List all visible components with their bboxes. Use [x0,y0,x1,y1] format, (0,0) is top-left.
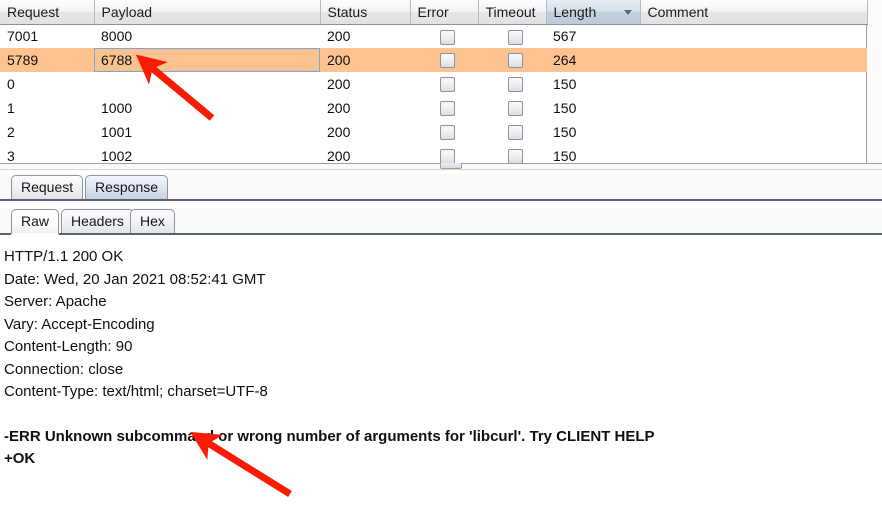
splitter-line-bottom [0,169,882,170]
cell-timeout[interactable] [478,48,546,72]
cell-comment[interactable] [640,120,867,144]
cell-error[interactable] [410,96,478,120]
cell-request[interactable]: 7001 [0,24,94,48]
cell-timeout[interactable] [478,72,546,96]
table-row[interactable]: 7001 8000 200 567 [0,24,867,48]
table-row[interactable]: 2 1001 200 150 [0,120,867,144]
cell-payload[interactable]: 1001 [94,120,320,144]
response-line-blank [4,404,882,426]
table-header-row: Request Payload Status Error Timeout Len… [0,0,868,25]
results-table[interactable]: Request Payload Status Error Timeout Len… [0,0,868,168]
tab-hex[interactable]: Hex [130,209,175,233]
message-tabstrip-baseline [0,199,882,201]
tab-request[interactable]: Request [11,175,84,199]
response-line: Content-Type: text/html; charset=UTF-8 [4,383,268,400]
cell-timeout[interactable] [478,24,546,48]
cell-request[interactable]: 2 [0,120,94,144]
checkbox-timeout[interactable] [508,101,523,117]
cell-payload[interactable] [94,72,320,96]
checkbox-timeout[interactable] [508,53,523,69]
column-header-comment[interactable]: Comment [640,0,868,25]
cell-status[interactable]: 200 [320,96,410,120]
cell-comment[interactable] [640,96,867,120]
tab-raw[interactable]: Raw [11,209,60,235]
cell-error[interactable] [410,120,478,144]
cell-length[interactable]: 150 [546,96,640,120]
cell-status[interactable]: 200 [320,48,410,72]
response-line: -ERR Unknown subcommand or wrong number … [4,427,655,445]
cell-payload[interactable]: 8000 [94,24,320,48]
cell-error[interactable] [410,24,478,48]
cell-length[interactable]: 264 [546,48,640,72]
cell-payload[interactable]: 6788 [94,48,320,72]
response-line: Date: Wed, 20 Jan 2021 08:52:41 GMT [4,270,266,288]
message-tabstrip: Request Response [0,174,882,201]
checkbox-timeout[interactable] [508,125,523,141]
response-line: Connection: close [4,360,124,378]
tab-headers[interactable]: Headers [61,209,134,233]
checkbox-timeout[interactable] [508,77,523,93]
response-line: Vary: Accept-Encoding [4,315,155,333]
view-tabstrip-baseline [0,233,882,235]
column-header-payload[interactable]: Payload [94,0,321,25]
cell-payload[interactable]: 1000 [94,96,320,120]
column-header-status[interactable]: Status [320,0,411,25]
view-tabstrip: Raw Headers Hex [0,208,882,235]
column-header-length[interactable]: Length [546,0,641,25]
response-raw-viewer[interactable]: HTTP/1.1 200 OK Date: Wed, 20 Jan 2021 0… [0,237,882,514]
cell-timeout[interactable] [478,120,546,144]
checkbox-timeout[interactable] [508,29,523,45]
cell-status[interactable]: 200 [320,72,410,96]
cell-status[interactable]: 200 [320,120,410,144]
checkbox-error[interactable] [440,101,455,117]
cell-length[interactable]: 567 [546,24,640,48]
cell-request[interactable]: 5789 [0,48,94,72]
column-header-request[interactable]: Request [0,0,95,25]
cell-comment[interactable] [640,24,867,48]
pane-splitter[interactable] [0,163,882,171]
tab-response[interactable]: Response [85,175,169,199]
cell-error[interactable] [410,48,478,72]
column-header-error[interactable]: Error [410,0,479,25]
checkbox-error[interactable] [440,125,455,141]
response-line: HTTP/1.1 200 OK [4,248,124,265]
table-row[interactable]: 5789 6788 200 264 [0,48,867,72]
cell-request[interactable]: 0 [0,72,94,96]
cell-length[interactable]: 150 [546,72,640,96]
cell-timeout[interactable] [478,96,546,120]
table-row[interactable]: 0 200 150 [0,72,867,96]
cell-length[interactable]: 150 [546,120,640,144]
results-table-container[interactable]: Request Payload Status Error Timeout Len… [0,0,868,168]
checkbox-error[interactable] [440,53,455,69]
table-row[interactable]: 1 1000 200 150 [0,96,867,120]
cell-comment[interactable] [640,72,867,96]
response-line: +OK [4,450,36,467]
response-line: Content-Length: 90 [4,338,133,355]
cell-error[interactable] [410,72,478,96]
cell-request[interactable]: 1 [0,96,94,120]
chevron-down-icon [623,10,632,15]
checkbox-error[interactable] [440,29,455,45]
column-header-timeout[interactable]: Timeout [478,0,547,25]
cell-status[interactable]: 200 [320,24,410,48]
checkbox-error[interactable] [440,77,455,93]
column-header-length-label: Length [553,3,597,20]
response-line: Server: Apache [4,293,107,310]
results-pane: Request Payload Status Error Timeout Len… [0,0,882,167]
cell-comment[interactable] [640,48,867,72]
